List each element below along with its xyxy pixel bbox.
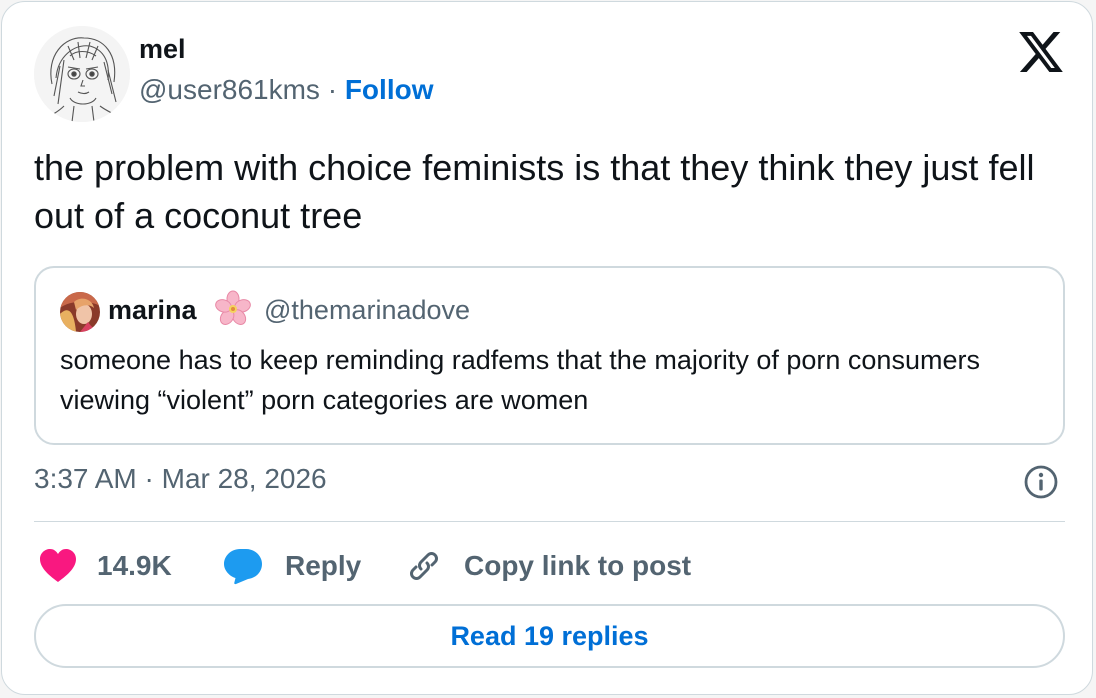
author-handle-row: @user861kms · Follow xyxy=(139,74,433,106)
info-icon[interactable] xyxy=(1023,464,1059,500)
quoted-tweet-text: someone has to keep reminding radfems th… xyxy=(60,345,980,415)
reply-button[interactable]: Reply xyxy=(223,542,361,590)
quoted-author-handle: @themarinadove xyxy=(264,295,471,325)
like-button[interactable]: 14.9K xyxy=(39,542,172,590)
heart-icon xyxy=(40,549,76,582)
copy-link-button[interactable]: Copy link to post xyxy=(404,542,691,590)
quoted-author-display-name: marina xyxy=(108,295,197,325)
separator-dot: · xyxy=(327,74,338,105)
divider xyxy=(34,521,1065,522)
reply-icon xyxy=(224,549,262,585)
copy-link-label: Copy link to post xyxy=(464,550,692,581)
follow-link[interactable]: Follow xyxy=(345,74,434,105)
cherry-blossom-icon xyxy=(214,290,252,328)
author-display-name[interactable]: mel xyxy=(139,34,186,65)
quoted-author-avatar[interactable] xyxy=(60,292,100,332)
quoted-tweet[interactable]: marina @themarinadove someone has to kee… xyxy=(34,266,1065,445)
like-count: 14.9K xyxy=(97,550,172,581)
link-icon xyxy=(410,552,438,580)
tweet-timestamp[interactable]: 3:37 AM · Mar 28, 2026 xyxy=(34,463,327,495)
tweet-text: the problem with choice feminists is tha… xyxy=(34,147,1035,236)
x-logo-icon[interactable] xyxy=(1019,32,1063,72)
author-avatar[interactable] xyxy=(34,26,130,122)
reply-label: Reply xyxy=(285,550,362,581)
tweet-embed-card: mel @user861kms · Follow the problem wit… xyxy=(1,1,1093,695)
author-handle[interactable]: @user861kms xyxy=(139,74,320,105)
read-replies-button[interactable]: Read 19 replies xyxy=(34,604,1065,668)
